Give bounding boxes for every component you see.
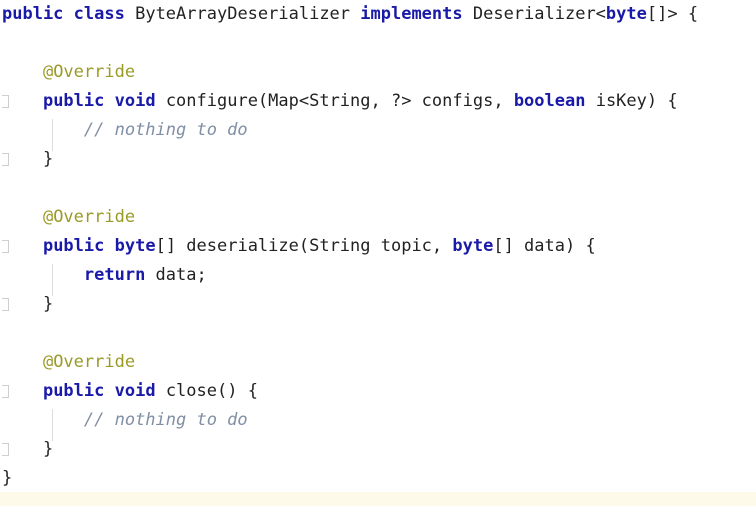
code-token-pln xyxy=(2,207,43,227)
code-token-kw: void xyxy=(114,91,156,111)
code-token-cmt: // nothing to do xyxy=(83,120,248,140)
code-token-pln: close() { xyxy=(155,381,258,401)
code-token-pln: } xyxy=(2,439,54,459)
code-line[interactable]: return data; xyxy=(0,261,756,290)
code-line[interactable]: public void configure(Map<String, ?> con… xyxy=(0,87,756,116)
caret-line-highlight xyxy=(0,492,756,506)
code-token-pln: Deserializer< xyxy=(462,4,606,24)
code-line[interactable]: public class ByteArrayDeserializer imple… xyxy=(0,0,756,29)
code-line[interactable] xyxy=(0,174,756,203)
code-token-pln xyxy=(2,381,43,401)
code-line[interactable] xyxy=(0,29,756,58)
code-token-pln: data; xyxy=(145,265,207,285)
code-line-text: } xyxy=(0,464,12,493)
code-token-pln: } xyxy=(2,294,54,314)
code-line[interactable]: // nothing to do xyxy=(0,116,756,145)
code-line[interactable]: } xyxy=(0,145,756,174)
code-line-text: // nothing to do xyxy=(0,116,248,145)
code-line-text: } xyxy=(0,290,53,319)
code-token-pln xyxy=(104,381,114,401)
code-line[interactable]: @Override xyxy=(0,348,756,377)
code-line-text: return data; xyxy=(0,261,207,290)
code-token-kw: public xyxy=(42,91,105,111)
code-line-text: } xyxy=(0,145,53,174)
code-token-kw: byte xyxy=(114,236,156,256)
code-token-kw: class xyxy=(73,4,125,24)
code-line-text: public byte[] deserialize(String topic, … xyxy=(0,232,596,261)
code-token-kw: byte xyxy=(605,4,647,24)
code-token-pln xyxy=(2,265,84,285)
code-line-text: public void close() { xyxy=(0,377,258,406)
code-token-kw: public xyxy=(2,4,64,24)
code-token-kw: public xyxy=(42,236,105,256)
code-line[interactable] xyxy=(0,319,756,348)
code-token-pln: } xyxy=(2,468,13,488)
code-lines[interactable]: public class ByteArrayDeserializer imple… xyxy=(0,0,756,493)
code-token-kw: boolean xyxy=(513,91,586,111)
code-token-pln xyxy=(2,120,84,140)
code-token-pln xyxy=(2,62,43,82)
code-token-kw: return xyxy=(83,265,146,285)
code-token-pln: [] deserialize(String topic, xyxy=(155,236,453,256)
code-line[interactable]: // nothing to do xyxy=(0,406,756,435)
code-line[interactable]: public void close() { xyxy=(0,377,756,406)
code-line-text: @Override xyxy=(0,203,135,232)
code-token-kw: implements xyxy=(360,4,463,24)
code-token-kw: byte xyxy=(452,236,494,256)
code-token-pln xyxy=(104,236,114,256)
code-token-pln: configure(Map<String, ?> configs, xyxy=(155,91,514,111)
code-token-pln: ByteArrayDeserializer xyxy=(124,4,361,24)
code-token-pln: []> { xyxy=(646,4,699,24)
code-token-cmt: // nothing to do xyxy=(83,410,248,430)
code-token-ann: @Override xyxy=(42,207,136,227)
code-line[interactable]: } xyxy=(0,464,756,493)
code-token-ann: @Override xyxy=(42,352,136,372)
code-token-pln xyxy=(2,91,43,111)
code-token-pln xyxy=(2,410,84,430)
code-line-text: public class ByteArrayDeserializer imple… xyxy=(0,0,698,29)
code-line-text: public void configure(Map<String, ?> con… xyxy=(0,87,678,116)
code-token-pln xyxy=(63,4,73,24)
code-line[interactable]: @Override xyxy=(0,203,756,232)
code-token-pln xyxy=(2,352,43,372)
code-line-text: @Override xyxy=(0,348,135,377)
code-line[interactable]: } xyxy=(0,435,756,464)
code-line[interactable]: public byte[] deserialize(String topic, … xyxy=(0,232,756,261)
code-line[interactable]: } xyxy=(0,290,756,319)
code-token-kw: void xyxy=(114,381,156,401)
code-line-text: @Override xyxy=(0,58,135,87)
code-line-text: // nothing to do xyxy=(0,406,248,435)
code-line[interactable]: @Override xyxy=(0,58,756,87)
code-token-pln: } xyxy=(2,149,54,169)
code-token-ann: @Override xyxy=(42,62,136,82)
code-token-kw: public xyxy=(42,381,105,401)
code-editor[interactable]: public class ByteArrayDeserializer imple… xyxy=(0,0,756,506)
code-line-text: } xyxy=(0,435,53,464)
code-token-pln xyxy=(104,91,114,111)
code-token-pln xyxy=(2,236,43,256)
code-token-pln: [] data) { xyxy=(493,236,596,256)
code-token-pln: isKey) { xyxy=(585,91,678,111)
